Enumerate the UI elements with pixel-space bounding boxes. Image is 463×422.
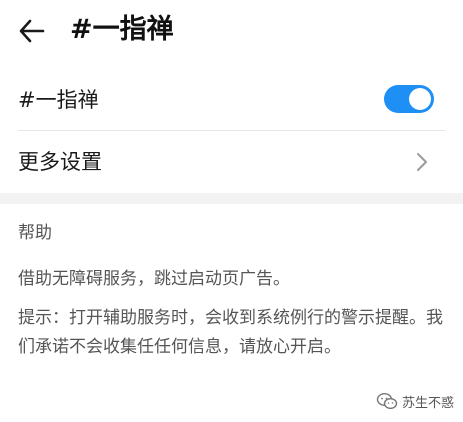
app-screen: #一指禅 #一指禅 更多设置 帮助 借助无障碍服务，跳过启动页广告。 提示：打开… <box>0 0 463 422</box>
back-button[interactable] <box>16 15 48 47</box>
chevron-right-icon <box>417 153 427 171</box>
wechat-icon <box>376 392 398 410</box>
page-title: #一指禅 <box>70 14 174 45</box>
more-settings-label: 更多设置 <box>18 150 102 174</box>
header-bar: #一指禅 <box>0 0 463 62</box>
section-separator <box>0 193 463 204</box>
watermark-text: 苏生不惑 <box>402 395 455 411</box>
enable-toggle-switch[interactable] <box>384 85 434 113</box>
help-description: 借助无障碍服务，跳过启动页广告。 <box>18 269 290 289</box>
more-settings-row[interactable]: 更多设置 <box>0 131 463 193</box>
toggle-setting-label: #一指禅 <box>18 88 99 112</box>
watermark: 苏生不惑 <box>376 390 454 412</box>
toggle-knob <box>409 88 431 110</box>
help-tip: 提示：打开辅助服务时，会收到系统例行的警示提醒。我们承诺不会收集任任何信息，请放… <box>18 308 443 357</box>
back-arrow-icon <box>19 19 45 43</box>
help-heading: 帮助 <box>18 223 52 243</box>
